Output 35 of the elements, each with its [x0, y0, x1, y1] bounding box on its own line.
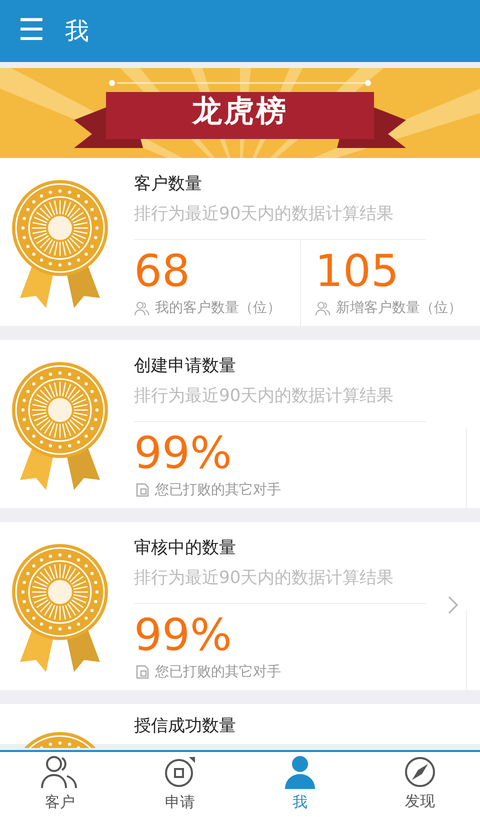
tab-button[interactable]: 我 — [240, 752, 360, 817]
people-icon — [134, 300, 150, 316]
stat-label: 我的客户数量（位） — [155, 299, 281, 318]
card-subtitle: 排行为最近90天内的数据计算结果 — [134, 385, 395, 408]
people-icon — [40, 755, 80, 790]
card-subtitle: 排行为最近90天内的数据计算结果 — [134, 203, 395, 226]
medal-icon — [12, 360, 108, 490]
compass-icon — [404, 756, 436, 788]
page-title: 我 — [64, 16, 89, 47]
stat-value: 68 — [134, 246, 191, 298]
stat-label: 新增客户数量（位） — [336, 299, 462, 318]
card-title: 授信成功数量 — [134, 715, 237, 738]
card-title: 审核中的数量 — [134, 537, 237, 560]
card-title: 创建申请数量 — [134, 355, 237, 378]
card-title: 客户数量 — [134, 173, 203, 196]
person-icon — [284, 755, 316, 790]
chevron-right-icon[interactable] — [448, 596, 458, 614]
menu-button[interactable]: ☰ — [18, 16, 45, 46]
people-icon — [315, 300, 331, 316]
tab-button[interactable]: 客户 — [0, 752, 120, 817]
stat-label: 您已打败的其它对手 — [155, 481, 281, 500]
stat-value: 105 — [315, 246, 400, 298]
stat-value: 99% — [134, 610, 233, 662]
stat-value: 99% — [134, 428, 233, 480]
stat-card[interactable]: 审核中的数量 排行为最近90天内的数据计算结果 99% 您已打败的其它对手 — [0, 522, 480, 690]
stat-card[interactable]: 客户数量 排行为最近90天内的数据计算结果 68 我的客户数量（位） 105 新增客户数量（位） — [0, 158, 480, 326]
medal-icon — [12, 178, 108, 308]
stat-card[interactable]: 创建申请数量 排行为最近90天内的数据计算结果 99% 您已打败的其它对手 — [0, 340, 480, 508]
card-subtitle: 排行为最近90天内的数据计算结果 — [134, 567, 395, 590]
tab-button[interactable]: 申请 — [120, 752, 240, 817]
stat-label: 您已打败的其它对手 — [155, 663, 281, 682]
medal-icon — [12, 542, 108, 672]
square-in-circle-icon — [163, 755, 197, 790]
tab-button[interactable]: 发现 — [360, 752, 480, 817]
banner-title: 龙虎榜 — [192, 94, 288, 130]
